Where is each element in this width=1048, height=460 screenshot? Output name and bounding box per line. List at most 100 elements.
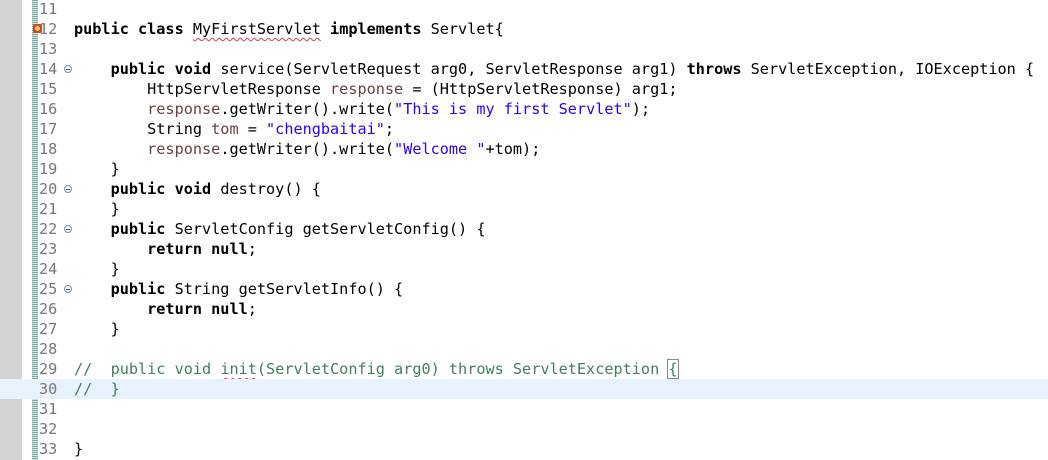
code-token: HttpServletResponse [74,80,331,98]
code-line[interactable]: 16 response.getWriter().write("This is m… [0,99,1048,119]
fold-toggle-icon[interactable] [64,65,72,73]
code-token: String [74,120,212,138]
code-line[interactable]: 23 return null; [0,239,1048,259]
code-text: } [74,159,120,179]
code-line[interactable]: 28 [0,339,1048,359]
line-number: 15 [39,80,58,98]
comment-token: (ServletConfig arg0) throws ServletExcep… [256,360,669,378]
comment-token: { [667,359,679,379]
code-text: } [74,319,120,339]
code-line[interactable]: 29 // public void init(ServletConfig arg0… [0,359,1048,379]
code-token: ; [247,240,257,258]
code-token: String getServletInfo() { [174,280,404,298]
keyword-token: public class [74,20,193,38]
code-text: } [74,259,120,279]
variable-token: response [330,80,404,98]
comment-token: init [220,360,257,378]
line-number: 30 [39,380,58,398]
line-number: 29 [39,360,58,378]
line-number: 31 [39,400,58,418]
code-text: String tom = "chengbaitai"; [74,119,394,139]
code-line[interactable]: 24 } [0,259,1048,279]
code-line[interactable]: 12 public class MyFirstServlet implements… [0,19,1048,39]
code-line[interactable]: 32 [0,419,1048,439]
code-line[interactable]: 22 public ServletConfig getServletConfig… [0,219,1048,239]
code-line[interactable]: 19 } [0,159,1048,179]
code-line[interactable]: 13 [0,39,1048,59]
code-text: response.getWriter().write("This is my f… [74,99,650,119]
code-token: } [74,320,120,338]
keyword-token: public void [74,180,221,198]
code-line[interactable]: 31 [0,399,1048,419]
code-line[interactable]: 15 HttpServletResponse response = (HttpS… [0,79,1048,99]
line-number: 21 [39,200,58,218]
fold-toggle-icon[interactable] [64,185,72,193]
code-token: = [238,120,267,138]
code-text: return null; [74,239,257,259]
code-line[interactable]: 33} [0,439,1048,459]
code-text: public ServletConfig getServletConfig() … [74,219,486,239]
line-number: 14 [39,60,58,78]
fold-toggle-icon[interactable] [64,225,72,233]
line-number: 25 [39,280,58,298]
code-line[interactable]: 20 public void destroy() { [0,179,1048,199]
comment-token: // public void [74,360,221,378]
line-number: 16 [39,100,58,118]
code-text: return null; [74,299,257,319]
code-text: HttpServletResponse response = (HttpServ… [74,79,678,99]
line-number: 18 [39,140,58,158]
code-text: public String getServletInfo() { [74,279,404,299]
code-line[interactable]: 25 public String getServletInfo() { [0,279,1048,299]
code-token: } [74,260,120,278]
code-token: ; [247,300,257,318]
code-token: ServletException, IOException { [741,60,1035,78]
code-text: public void service(ServletRequest arg0,… [74,59,1035,79]
line-number: 17 [39,120,58,138]
line-number: 20 [39,180,58,198]
line-number: 13 [39,40,58,58]
line-number: 33 [39,440,58,458]
code-token: } [74,160,120,178]
line-number: 24 [39,260,58,278]
code-line[interactable]: 14 public void service(ServletRequest ar… [0,59,1048,79]
code-token: } [74,440,84,458]
keyword-token: public [74,220,175,238]
string-token: "This is my first Servlet" [394,100,632,118]
code-line[interactable]: 26 return null; [0,299,1048,319]
code-line[interactable]: 18 response.getWriter().write("Welcome "… [0,139,1048,159]
code-text: } [74,439,83,459]
code-token: = (HttpServletResponse) arg1; [403,80,678,98]
line-number: 12 [39,20,58,38]
code-line[interactable]: 27 } [0,319,1048,339]
code-line[interactable]: 30 // } [0,379,1048,399]
code-line[interactable]: 11 [0,0,1048,19]
code-text: public class MyFirstServlet implements S… [74,19,504,39]
code-text: public void destroy() { [74,179,321,199]
code-text: // public void init(ServletConfig arg0) … [74,359,679,379]
line-number: 22 [39,220,58,238]
code-token: destroy() { [220,180,321,198]
code-token: .getWriter().write( [220,140,395,158]
code-line[interactable]: 17 String tom = "chengbaitai"; [0,119,1048,139]
line-number: 19 [39,160,58,178]
line-number: 26 [39,300,58,318]
string-token: "Welcome " [394,140,486,158]
variable-token: response [74,140,221,158]
fold-toggle-icon[interactable] [64,285,72,293]
code-token: service(ServletRequest arg0, ServletResp… [220,60,687,78]
line-number: 28 [39,340,58,358]
code-text: // } [74,379,120,399]
line-number: 32 [39,420,58,438]
keyword-token: public void [74,60,221,78]
line-number: 27 [39,320,58,338]
string-token: "chengbaitai" [266,120,385,138]
code-token: } [74,200,120,218]
line-number: 11 [39,0,58,18]
line-number: 23 [39,240,58,258]
code-line[interactable]: 21 } [0,199,1048,219]
variable-token: tom [211,120,239,138]
keyword-token: public [74,280,175,298]
code-token: Servlet{ [421,20,504,38]
code-token: MyFirstServlet [192,20,321,38]
